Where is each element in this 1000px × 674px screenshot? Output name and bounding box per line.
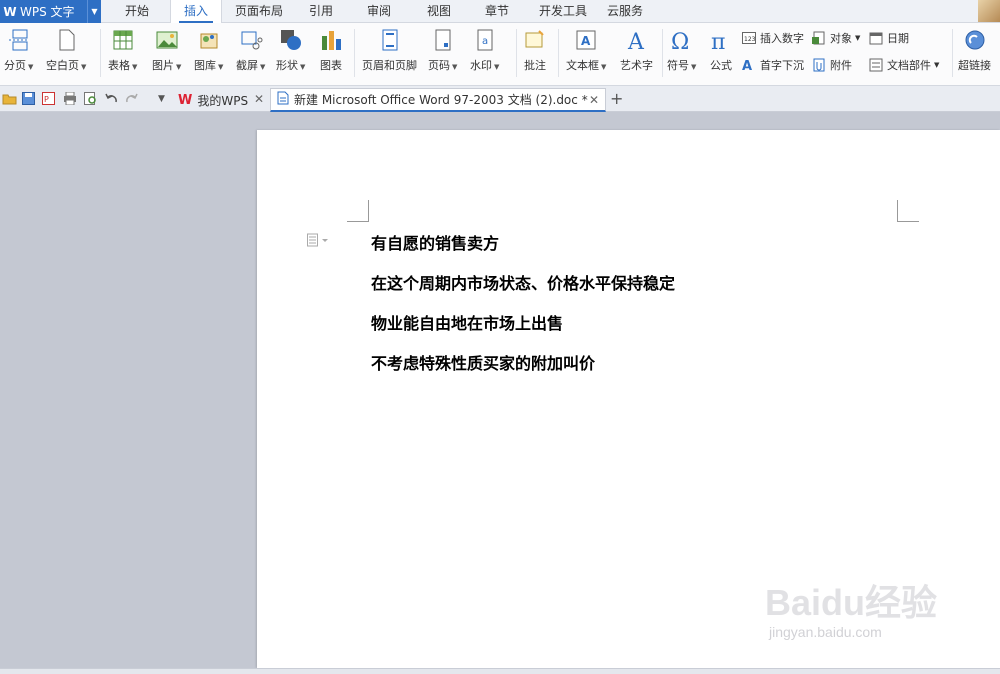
close-icon[interactable]: ✕	[254, 92, 264, 106]
undo-icon[interactable]	[104, 91, 119, 106]
object-button[interactable]: 对象 ▼	[812, 29, 860, 47]
textbox-button[interactable]: A 文本框 ▼	[566, 27, 606, 79]
table-button[interactable]: 表格 ▼	[108, 27, 137, 79]
calendar-icon	[869, 31, 883, 45]
comment-button[interactable]: 批注	[522, 27, 548, 79]
ribbon-insert: 分页 ▼ 空白页 ▼ 表格 ▼ 图片 ▼ 图库 ▼ 截屏 ▼ 形状 ▼ 图表 页眉和页脚 页码…	[0, 23, 1000, 86]
shapes-button[interactable]: 形状 ▼	[276, 27, 305, 79]
wps-logo-icon: W	[178, 92, 193, 108]
picture-icon	[154, 27, 180, 53]
header-footer-icon	[377, 27, 403, 53]
doc-parts-icon	[869, 58, 883, 72]
document-line[interactable]: 有自愿的销售卖方	[371, 230, 499, 254]
print-preview-icon[interactable]	[83, 91, 98, 106]
gallery-icon	[196, 27, 222, 53]
shapes-icon	[278, 27, 304, 53]
app-menu-button[interactable]: W WPS 文字 ▼	[0, 0, 101, 23]
baidu-watermark: Baidu经验 jingyan.baidu.com	[765, 582, 938, 640]
document-icon	[277, 91, 289, 108]
add-tab-icon[interactable]: +	[610, 89, 623, 108]
menu-bar: W WPS 文字 ▼ 开始 插入 页面布局 引用 审阅 视图 章节 开发工具 云…	[0, 0, 1000, 24]
status-bar	[0, 668, 1000, 674]
page-break-button[interactable]: 分页 ▼	[4, 27, 33, 79]
svg-text:A: A	[627, 30, 645, 52]
crop-mark	[897, 200, 919, 222]
wps-logo-icon: W	[3, 4, 17, 19]
document-line[interactable]: 物业能自由地在市场上出售	[371, 310, 563, 334]
scissors-icon	[238, 27, 264, 53]
blank-page-button[interactable]: 空白页 ▼	[46, 27, 86, 79]
tab-page-layout[interactable]: 页面布局	[228, 0, 290, 23]
svg-text:A: A	[742, 59, 752, 72]
gallery-button[interactable]: 图库 ▼	[194, 27, 223, 79]
pi-icon: π	[708, 27, 734, 53]
object-icon	[812, 31, 826, 45]
document-line[interactable]: 不考虑特殊性质买家的附加叫价	[371, 350, 595, 374]
symbol-button[interactable]: Ω 符号 ▼	[667, 27, 696, 79]
attachment-button[interactable]: 附件	[812, 56, 852, 74]
page-break-icon	[6, 27, 32, 53]
quick-access-toolbar: P ▼ W 我的WPS ✕ 新建 Microsoft Office Word 9…	[0, 86, 1000, 112]
omega-icon: Ω	[669, 27, 695, 53]
tab-cloud[interactable]: 云服务	[600, 0, 650, 23]
paragraph-layout-icon[interactable]	[307, 233, 331, 247]
watermark-button[interactable]: a 水印 ▼	[470, 27, 499, 79]
document-line[interactable]: 在这个周期内市场状态、价格水平保持稳定	[371, 270, 675, 294]
tab-developer[interactable]: 开发工具	[532, 0, 594, 23]
tab-sections[interactable]: 章节	[474, 0, 520, 23]
wordart-icon: A	[624, 27, 650, 53]
globe-link-icon	[962, 27, 988, 53]
svg-text:123: 123	[744, 36, 756, 43]
tab-view[interactable]: 视图	[416, 0, 462, 23]
chart-button[interactable]: 图表	[318, 27, 344, 79]
redo-icon[interactable]	[124, 91, 139, 106]
save-icon[interactable]	[21, 91, 36, 106]
paperclip-icon	[812, 58, 826, 72]
tab-review[interactable]: 审阅	[356, 0, 402, 23]
wordart-button[interactable]: A 艺术字	[620, 27, 653, 79]
chevron-down-icon[interactable]: ▼	[87, 0, 101, 23]
chevron-down-icon[interactable]: ▼	[154, 91, 169, 106]
svg-text:a: a	[482, 36, 488, 47]
open-folder-icon[interactable]	[2, 91, 17, 106]
blank-page-icon	[53, 27, 79, 53]
picture-button[interactable]: 图片 ▼	[152, 27, 181, 79]
watermark-icon: a	[472, 27, 498, 53]
tab-references[interactable]: 引用	[298, 0, 344, 23]
date-button[interactable]: 日期	[869, 29, 909, 47]
comment-icon	[522, 27, 548, 53]
svg-text:P: P	[44, 95, 49, 104]
tab-home[interactable]: 开始	[112, 0, 162, 23]
print-icon[interactable]	[62, 91, 77, 106]
tab-insert[interactable]: 插入	[170, 0, 222, 24]
doc-parts-button[interactable]: 文档部件 ▼	[869, 56, 939, 74]
page-number-icon	[430, 27, 456, 53]
export-pdf-icon[interactable]: P	[41, 91, 56, 106]
formula-button[interactable]: π 公式	[708, 27, 734, 79]
insert-number-button[interactable]: 123 插入数字	[742, 29, 804, 47]
chart-icon	[318, 27, 344, 53]
user-avatar[interactable]	[978, 0, 1000, 22]
doc-tab-active[interactable]: 新建 Microsoft Office Word 97-2003 文档 (2).…	[270, 88, 606, 112]
textbox-icon: A	[573, 27, 599, 53]
app-title: WPS 文字	[20, 5, 75, 19]
drop-cap-button[interactable]: A 首字下沉	[742, 56, 804, 74]
drop-cap-icon: A	[742, 58, 756, 72]
header-footer-button[interactable]: 页眉和页脚	[362, 27, 417, 79]
number-icon: 123	[742, 31, 756, 45]
page-number-button[interactable]: 页码 ▼	[428, 27, 457, 79]
table-icon	[110, 27, 136, 53]
crop-mark	[347, 200, 369, 222]
svg-text:π: π	[711, 30, 725, 52]
svg-text:A: A	[581, 34, 591, 48]
doc-tab-my-wps[interactable]: W 我的WPS ✕	[172, 88, 270, 112]
hyperlink-button[interactable]: 超链接	[958, 27, 991, 79]
screenshot-button[interactable]: 截屏 ▼	[236, 27, 265, 79]
svg-text:Ω: Ω	[671, 30, 689, 52]
close-icon[interactable]: ✕	[589, 93, 599, 107]
